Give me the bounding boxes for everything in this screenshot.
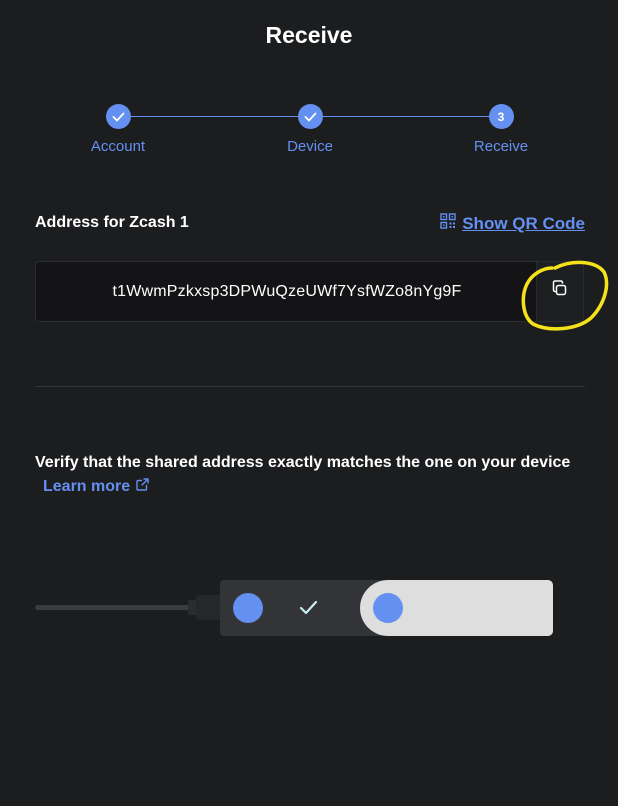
step-label-account: Account xyxy=(90,138,146,155)
copy-icon xyxy=(550,279,570,304)
step-number: 3 xyxy=(488,104,514,129)
copy-address-button[interactable] xyxy=(536,262,583,321)
show-qr-code-label: Show QR Code xyxy=(462,213,585,233)
step-receive: 3 Receive xyxy=(441,104,561,155)
check-icon xyxy=(297,104,323,129)
ledger-device-illustration xyxy=(35,580,553,636)
address-field: t1WwmPzkxsp3DPWuQzeUWf7YsfWZo8nYg9F xyxy=(35,261,584,322)
check-icon xyxy=(105,104,131,129)
step-label-receive: Receive xyxy=(473,138,529,155)
learn-more-label: Learn more xyxy=(43,478,131,495)
step-device: Device xyxy=(250,104,370,155)
address-label: Address for Zcash 1 xyxy=(35,214,189,231)
step-account: Account xyxy=(58,104,178,155)
external-link-icon xyxy=(136,475,149,499)
device-button-left xyxy=(233,593,263,623)
show-qr-code-link[interactable]: Show QR Code xyxy=(440,213,585,234)
qr-code-icon xyxy=(440,213,456,234)
divider xyxy=(35,386,585,387)
address-value[interactable]: t1WwmPzkxsp3DPWuQzeUWf7YsfWZo8nYg9F xyxy=(36,262,538,321)
usb-cable xyxy=(35,605,195,610)
verify-instructions: Verify that the shared address exactly m… xyxy=(35,451,575,499)
learn-more-link[interactable]: Learn more xyxy=(43,475,149,499)
page-title: Receive xyxy=(265,22,353,48)
step-label-device: Device xyxy=(287,138,333,155)
device-button-right xyxy=(373,593,403,623)
verify-text: Verify that the shared address exactly m… xyxy=(35,454,571,471)
